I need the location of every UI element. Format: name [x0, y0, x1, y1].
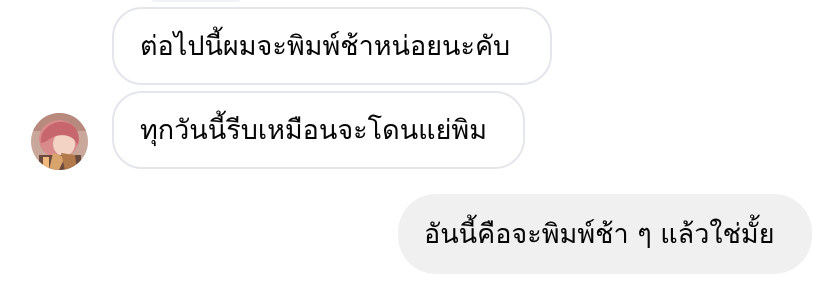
message-text: ทุกวันนี้รีบเหมือนจะโดนแย่พิม [140, 114, 487, 146]
message-text: อันนี้คือจะพิมพ์ช้า ๆ แล้วใช่มั้ย [424, 218, 775, 250]
sent-message-bubble[interactable]: อันนี้คือจะพิมพ์ช้า ๆ แล้วใช่มั้ย [398, 194, 812, 274]
previous-message-edge [150, 0, 242, 2]
received-message-bubble[interactable]: ต่อไปนี้ผมจะพิมพ์ช้าหน่อยนะคับ [112, 7, 552, 85]
sender-avatar[interactable] [31, 113, 88, 170]
received-message-bubble[interactable]: ทุกวันนี้รีบเหมือนจะโดนแย่พิม [112, 91, 525, 169]
user-avatar-illustration-icon [31, 113, 88, 170]
message-text: ต่อไปนี้ผมจะพิมพ์ช้าหน่อยนะคับ [140, 30, 511, 62]
